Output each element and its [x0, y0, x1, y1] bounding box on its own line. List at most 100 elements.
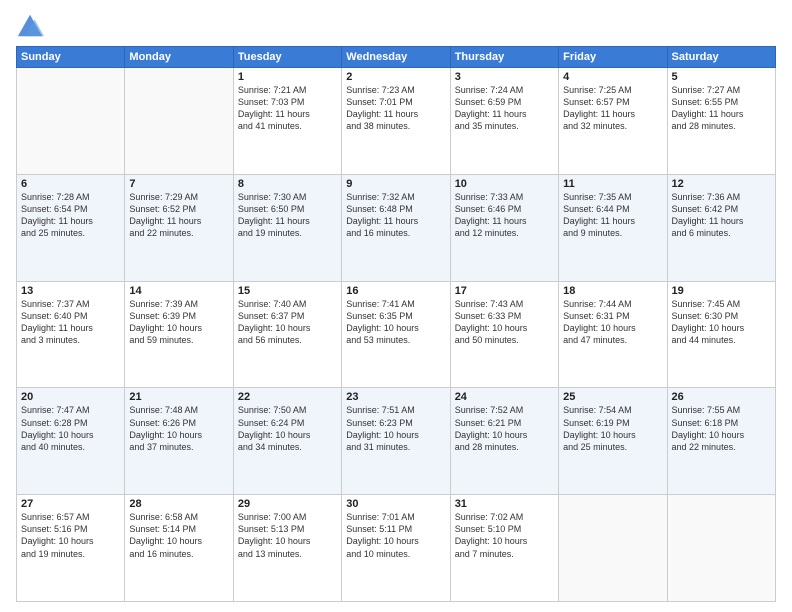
calendar-cell: 6Sunrise: 7:28 AM Sunset: 6:54 PM Daylig…	[17, 174, 125, 281]
day-number: 31	[455, 498, 554, 510]
day-number: 10	[455, 178, 554, 190]
calendar-cell: 3Sunrise: 7:24 AM Sunset: 6:59 PM Daylig…	[450, 68, 558, 175]
day-number: 28	[129, 498, 228, 510]
day-info: Sunrise: 7:39 AM Sunset: 6:39 PM Dayligh…	[129, 298, 228, 347]
day-number: 26	[672, 391, 771, 403]
day-info: Sunrise: 7:24 AM Sunset: 6:59 PM Dayligh…	[455, 84, 554, 133]
day-header-tuesday: Tuesday	[233, 47, 341, 68]
calendar-cell: 26Sunrise: 7:55 AM Sunset: 6:18 PM Dayli…	[667, 388, 775, 495]
calendar-cell: 13Sunrise: 7:37 AM Sunset: 6:40 PM Dayli…	[17, 281, 125, 388]
day-info: Sunrise: 7:27 AM Sunset: 6:55 PM Dayligh…	[672, 84, 771, 133]
calendar-table: SundayMondayTuesdayWednesdayThursdayFrid…	[16, 46, 776, 602]
day-number: 12	[672, 178, 771, 190]
day-info: Sunrise: 7:45 AM Sunset: 6:30 PM Dayligh…	[672, 298, 771, 347]
calendar-week-row: 6Sunrise: 7:28 AM Sunset: 6:54 PM Daylig…	[17, 174, 776, 281]
calendar-cell: 31Sunrise: 7:02 AM Sunset: 5:10 PM Dayli…	[450, 495, 558, 602]
day-info: Sunrise: 6:57 AM Sunset: 5:16 PM Dayligh…	[21, 511, 120, 560]
calendar-cell: 5Sunrise: 7:27 AM Sunset: 6:55 PM Daylig…	[667, 68, 775, 175]
calendar-cell: 1Sunrise: 7:21 AM Sunset: 7:03 PM Daylig…	[233, 68, 341, 175]
day-number: 4	[563, 71, 662, 83]
calendar-cell: 4Sunrise: 7:25 AM Sunset: 6:57 PM Daylig…	[559, 68, 667, 175]
day-info: Sunrise: 7:30 AM Sunset: 6:50 PM Dayligh…	[238, 191, 337, 240]
day-header-monday: Monday	[125, 47, 233, 68]
calendar-week-row: 13Sunrise: 7:37 AM Sunset: 6:40 PM Dayli…	[17, 281, 776, 388]
day-number: 23	[346, 391, 445, 403]
day-number: 27	[21, 498, 120, 510]
day-info: Sunrise: 7:50 AM Sunset: 6:24 PM Dayligh…	[238, 404, 337, 453]
day-info: Sunrise: 7:37 AM Sunset: 6:40 PM Dayligh…	[21, 298, 120, 347]
calendar-cell: 2Sunrise: 7:23 AM Sunset: 7:01 PM Daylig…	[342, 68, 450, 175]
day-number: 9	[346, 178, 445, 190]
day-info: Sunrise: 7:36 AM Sunset: 6:42 PM Dayligh…	[672, 191, 771, 240]
day-header-saturday: Saturday	[667, 47, 775, 68]
calendar-cell: 8Sunrise: 7:30 AM Sunset: 6:50 PM Daylig…	[233, 174, 341, 281]
logo	[16, 12, 48, 40]
calendar-cell: 18Sunrise: 7:44 AM Sunset: 6:31 PM Dayli…	[559, 281, 667, 388]
day-number: 6	[21, 178, 120, 190]
day-info: Sunrise: 6:58 AM Sunset: 5:14 PM Dayligh…	[129, 511, 228, 560]
calendar-cell: 15Sunrise: 7:40 AM Sunset: 6:37 PM Dayli…	[233, 281, 341, 388]
day-info: Sunrise: 7:52 AM Sunset: 6:21 PM Dayligh…	[455, 404, 554, 453]
calendar-cell: 25Sunrise: 7:54 AM Sunset: 6:19 PM Dayli…	[559, 388, 667, 495]
calendar-week-row: 27Sunrise: 6:57 AM Sunset: 5:16 PM Dayli…	[17, 495, 776, 602]
day-info: Sunrise: 7:55 AM Sunset: 6:18 PM Dayligh…	[672, 404, 771, 453]
calendar-cell: 30Sunrise: 7:01 AM Sunset: 5:11 PM Dayli…	[342, 495, 450, 602]
calendar-cell: 17Sunrise: 7:43 AM Sunset: 6:33 PM Dayli…	[450, 281, 558, 388]
day-number: 17	[455, 285, 554, 297]
page: SundayMondayTuesdayWednesdayThursdayFrid…	[0, 0, 792, 612]
calendar-cell: 23Sunrise: 7:51 AM Sunset: 6:23 PM Dayli…	[342, 388, 450, 495]
calendar-cell: 12Sunrise: 7:36 AM Sunset: 6:42 PM Dayli…	[667, 174, 775, 281]
calendar-cell: 29Sunrise: 7:00 AM Sunset: 5:13 PM Dayli…	[233, 495, 341, 602]
day-info: Sunrise: 7:02 AM Sunset: 5:10 PM Dayligh…	[455, 511, 554, 560]
day-number: 13	[21, 285, 120, 297]
calendar-cell	[125, 68, 233, 175]
calendar-cell	[667, 495, 775, 602]
day-info: Sunrise: 7:51 AM Sunset: 6:23 PM Dayligh…	[346, 404, 445, 453]
calendar-cell: 27Sunrise: 6:57 AM Sunset: 5:16 PM Dayli…	[17, 495, 125, 602]
day-info: Sunrise: 7:40 AM Sunset: 6:37 PM Dayligh…	[238, 298, 337, 347]
day-info: Sunrise: 7:23 AM Sunset: 7:01 PM Dayligh…	[346, 84, 445, 133]
day-info: Sunrise: 7:54 AM Sunset: 6:19 PM Dayligh…	[563, 404, 662, 453]
calendar-cell: 28Sunrise: 6:58 AM Sunset: 5:14 PM Dayli…	[125, 495, 233, 602]
day-header-thursday: Thursday	[450, 47, 558, 68]
day-number: 3	[455, 71, 554, 83]
day-info: Sunrise: 7:00 AM Sunset: 5:13 PM Dayligh…	[238, 511, 337, 560]
calendar-cell: 19Sunrise: 7:45 AM Sunset: 6:30 PM Dayli…	[667, 281, 775, 388]
day-number: 16	[346, 285, 445, 297]
day-info: Sunrise: 7:29 AM Sunset: 6:52 PM Dayligh…	[129, 191, 228, 240]
day-info: Sunrise: 7:41 AM Sunset: 6:35 PM Dayligh…	[346, 298, 445, 347]
day-number: 24	[455, 391, 554, 403]
calendar-cell: 22Sunrise: 7:50 AM Sunset: 6:24 PM Dayli…	[233, 388, 341, 495]
day-number: 5	[672, 71, 771, 83]
day-info: Sunrise: 7:01 AM Sunset: 5:11 PM Dayligh…	[346, 511, 445, 560]
calendar-cell: 7Sunrise: 7:29 AM Sunset: 6:52 PM Daylig…	[125, 174, 233, 281]
day-number: 29	[238, 498, 337, 510]
day-number: 14	[129, 285, 228, 297]
day-info: Sunrise: 7:33 AM Sunset: 6:46 PM Dayligh…	[455, 191, 554, 240]
calendar-header-row: SundayMondayTuesdayWednesdayThursdayFrid…	[17, 47, 776, 68]
day-number: 2	[346, 71, 445, 83]
day-info: Sunrise: 7:43 AM Sunset: 6:33 PM Dayligh…	[455, 298, 554, 347]
day-number: 8	[238, 178, 337, 190]
day-header-wednesday: Wednesday	[342, 47, 450, 68]
calendar-cell: 10Sunrise: 7:33 AM Sunset: 6:46 PM Dayli…	[450, 174, 558, 281]
day-info: Sunrise: 7:48 AM Sunset: 6:26 PM Dayligh…	[129, 404, 228, 453]
calendar-cell: 20Sunrise: 7:47 AM Sunset: 6:28 PM Dayli…	[17, 388, 125, 495]
calendar-cell	[559, 495, 667, 602]
day-number: 21	[129, 391, 228, 403]
day-number: 11	[563, 178, 662, 190]
day-number: 15	[238, 285, 337, 297]
day-header-sunday: Sunday	[17, 47, 125, 68]
calendar-cell	[17, 68, 125, 175]
calendar-cell: 9Sunrise: 7:32 AM Sunset: 6:48 PM Daylig…	[342, 174, 450, 281]
calendar-cell: 21Sunrise: 7:48 AM Sunset: 6:26 PM Dayli…	[125, 388, 233, 495]
day-info: Sunrise: 7:47 AM Sunset: 6:28 PM Dayligh…	[21, 404, 120, 453]
day-number: 7	[129, 178, 228, 190]
calendar-cell: 11Sunrise: 7:35 AM Sunset: 6:44 PM Dayli…	[559, 174, 667, 281]
header	[16, 12, 776, 40]
day-info: Sunrise: 7:21 AM Sunset: 7:03 PM Dayligh…	[238, 84, 337, 133]
day-number: 19	[672, 285, 771, 297]
calendar-week-row: 20Sunrise: 7:47 AM Sunset: 6:28 PM Dayli…	[17, 388, 776, 495]
calendar-cell: 24Sunrise: 7:52 AM Sunset: 6:21 PM Dayli…	[450, 388, 558, 495]
day-number: 25	[563, 391, 662, 403]
